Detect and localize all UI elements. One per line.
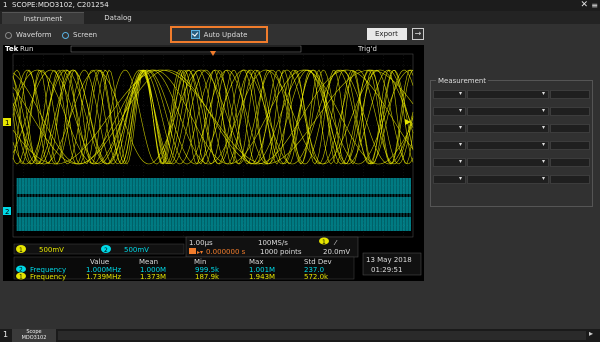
trig-state: Trig'd <box>357 45 377 53</box>
stats-header-min: Min <box>194 258 206 266</box>
measurement-dropdown[interactable]: ▾ <box>467 175 549 184</box>
bottom-bar: 1 Scope MDO3102 ▸ <box>0 329 600 342</box>
measurement-dropdown[interactable]: ▾ <box>467 107 549 116</box>
export-button[interactable]: Export <box>367 28 407 40</box>
ch2-marker-label: 2 <box>5 208 9 216</box>
scope-display: Tek Run Trig'd 1 2 1 500mV 2 500mV 1.00µ… <box>3 45 424 281</box>
auto-update-checkbox[interactable]: Auto Update <box>170 26 268 43</box>
stats-row2-ch: 1 <box>19 274 23 281</box>
tek-logo: Tek <box>5 45 19 53</box>
measurement-dropdown[interactable]: ▾ <box>433 158 466 167</box>
measurement-dropdown[interactable]: ▾ <box>467 90 549 99</box>
main-panel: Waveform Screen Auto Update Export → Tek… <box>0 24 600 329</box>
screen-label: Screen <box>73 31 98 39</box>
measurement-dropdown[interactable] <box>550 90 590 99</box>
title-bar: 1 SCOPE:MDO3102, C201254 ✕ ≡ <box>0 0 600 11</box>
stats-header-max: Max <box>249 258 263 266</box>
measurement-dropdown[interactable]: ▾ <box>433 124 466 133</box>
record-view-bar <box>70 45 302 53</box>
stats-row1-ch: 2 <box>19 267 23 274</box>
session-track <box>58 331 586 340</box>
ch1-scale-num: 1 <box>19 247 23 254</box>
date: 13 May 2018 <box>366 256 412 264</box>
stats-row2-max: 1.943M <box>249 273 275 281</box>
window-title: SCOPE:MDO3102, C201254 <box>12 1 109 9</box>
waveform-radio[interactable]: Waveform <box>5 31 52 39</box>
measurement-title: Measurement <box>436 77 489 85</box>
trig-level: 20.0mV <box>323 248 350 256</box>
measurement-dropdown[interactable] <box>550 141 590 150</box>
chevron-down-icon: ▾ <box>458 175 462 182</box>
menu-icon[interactable]: ≡ <box>591 0 598 11</box>
chevron-down-icon: ▾ <box>541 175 545 182</box>
stats-header-stddev: Std Dev <box>304 258 332 266</box>
measurement-dropdown[interactable]: ▾ <box>467 158 549 167</box>
chevron-down-icon: ▾ <box>541 90 545 97</box>
bottom-number: 1 <box>3 330 9 339</box>
chevron-down-icon: ▾ <box>541 107 545 114</box>
ch2-band <box>17 178 411 194</box>
chevron-down-icon: ▾ <box>458 141 462 148</box>
trigger-t-icon <box>189 248 196 254</box>
radio-icon <box>5 31 12 39</box>
ch1-marker-label: 1 <box>5 119 9 127</box>
trig-offset: 0.000000 s <box>206 248 246 256</box>
record-length: 1000 points <box>260 248 302 256</box>
sample-rate: 100MS/s <box>258 239 288 247</box>
ch2-scale: 500mV <box>124 246 149 254</box>
scroll-right-icon[interactable]: ▸ <box>589 329 593 338</box>
stats-row2-mean: 1.373M <box>140 273 166 281</box>
measurement-dropdown[interactable]: ▾ <box>433 141 466 150</box>
stats-row2-min: 187.9k <box>195 273 220 281</box>
export-icon[interactable]: → <box>412 28 424 40</box>
measurement-dropdown[interactable]: ▾ <box>433 175 466 184</box>
stats-header-mean: Mean <box>139 258 158 266</box>
measurement-dropdown[interactable] <box>550 107 590 116</box>
trig-offset-arrows-icon: ▸▾ <box>197 249 203 256</box>
auto-update-label: Auto Update <box>203 30 248 39</box>
close-icon[interactable]: ✕ <box>580 0 588 11</box>
ch2-scale-num: 2 <box>104 247 108 254</box>
chevron-down-icon: ▾ <box>458 124 462 131</box>
tab-datalog[interactable]: Datalog <box>86 12 150 24</box>
ch2-band <box>17 197 411 213</box>
scope-tab-line2: MDO3102 <box>21 335 47 341</box>
tab-bar: Instrument Configuration Datalog <box>0 11 600 35</box>
trig-source: 1 <box>322 239 326 246</box>
ch2-waveform <box>16 178 411 231</box>
measurement-dropdown[interactable] <box>550 124 590 133</box>
waveform-label: Waveform <box>16 31 52 39</box>
chevron-down-icon: ▾ <box>541 124 545 131</box>
screen-radio[interactable]: Screen <box>62 31 97 39</box>
measurement-dropdown[interactable] <box>550 175 590 184</box>
time: 01:29:51 <box>371 266 402 274</box>
chevron-down-icon: ▾ <box>458 90 462 97</box>
window-number: 1 <box>3 1 8 9</box>
chevron-down-icon: ▾ <box>541 158 545 165</box>
scope-session-tab[interactable]: Scope MDO3102 <box>12 329 56 342</box>
measurement-dropdown[interactable]: ▾ <box>433 107 466 116</box>
chevron-down-icon: ▾ <box>541 141 545 148</box>
ch2-band <box>17 217 411 231</box>
stats-row2-stddev: 572.0k <box>304 273 329 281</box>
measurement-dropdown[interactable]: ▾ <box>467 141 549 150</box>
radio-icon <box>62 31 69 39</box>
chevron-down-icon: ▾ <box>458 158 462 165</box>
checkbox-icon <box>190 30 200 39</box>
run-state: Run <box>20 45 33 53</box>
stats-row2-value: 1.739MHz <box>86 273 121 281</box>
measurement-dropdown[interactable]: ▾ <box>433 90 466 99</box>
stats-header-value: Value <box>90 258 109 266</box>
ch1-scale: 500mV <box>39 246 64 254</box>
measurement-dropdown[interactable] <box>550 158 590 167</box>
measurement-dropdown[interactable]: ▾ <box>467 124 549 133</box>
chevron-down-icon: ▾ <box>458 107 462 114</box>
stats-row2-name: Frequency <box>30 273 66 281</box>
time-div: 1.00µs <box>189 239 213 247</box>
scope-screen: Tek Run Trig'd 1 2 1 500mV 2 500mV 1.00µ… <box>3 45 422 281</box>
